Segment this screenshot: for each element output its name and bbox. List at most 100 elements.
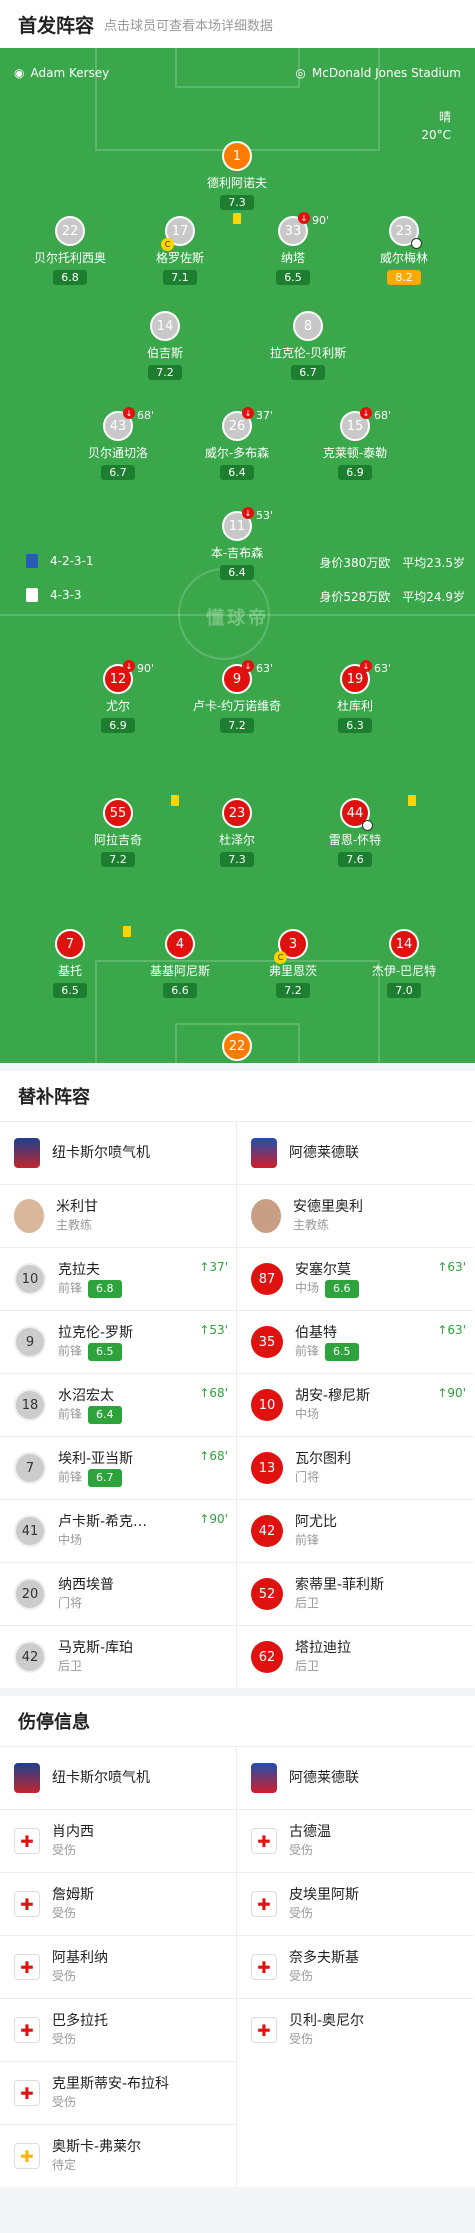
- injured-player-name: 古德温: [289, 1824, 331, 1840]
- player-home[interactable]: 14 伯吉斯 7.2: [110, 311, 220, 380]
- sub-player-row[interactable]: 20 纳西埃普 门将: [0, 1562, 236, 1625]
- sub-number: 41: [14, 1515, 46, 1547]
- injuries-columns: 纽卡斯尔喷气机 ✚ 肖内西 受伤 ✚ 詹姆斯 受伤 ✚ 阿基利纳 受伤 ✚ 巴多拉托 受伤 ✚ 克里斯蒂安…: [0, 1746, 475, 2187]
- sub-player-row[interactable]: 35 伯基特 前锋 6.5 ↑63': [237, 1310, 474, 1373]
- subs-away-team[interactable]: 阿德莱德联: [237, 1121, 474, 1184]
- sub-player-row[interactable]: 9 拉克伦-罗斯 前锋 6.5 ↑53': [0, 1310, 236, 1373]
- sub-name: 索蒂里-菲利斯: [295, 1577, 385, 1593]
- sub-position: 前锋: [295, 1533, 320, 1547]
- player-name: 拉克伦-贝利斯: [269, 346, 347, 360]
- injury-row[interactable]: ✚ 古德温 受伤: [237, 1809, 474, 1872]
- injured-player-name: 阿基利纳: [52, 1950, 108, 1966]
- sub-number: 13: [251, 1452, 283, 1484]
- player-home[interactable]: 23 威尔梅林 8.2: [349, 216, 459, 285]
- player-away[interactable]: 12 ↓ 90' 尤尔 6.9: [63, 660, 173, 733]
- injury-row[interactable]: ✚ 奈多夫斯基 受伤: [237, 1935, 474, 1998]
- player-away[interactable]: 19 ↓ 63' 杜库利 6.3: [300, 660, 410, 733]
- player-away[interactable]: 23 杜泽尔 7.3: [182, 798, 292, 867]
- player-away[interactable]: 9 ↓ 63' 卢卡-约万诺维奇 7.2: [182, 660, 292, 733]
- sub-position: 前锋: [295, 1343, 320, 1358]
- subs-home-team[interactable]: 纽卡斯尔喷气机: [0, 1121, 236, 1184]
- sub-in-icon: ↑: [437, 1323, 448, 1337]
- injury-row[interactable]: ✚ 詹姆斯 受伤: [0, 1872, 236, 1935]
- medical-kit-icon: ✚: [14, 1828, 40, 1854]
- sub-out-icon: ↓: [298, 212, 310, 224]
- coach-avatar: [251, 1199, 281, 1233]
- player-away[interactable]: 4 基基阿尼斯 6.6: [125, 929, 235, 998]
- sub-player-row[interactable]: 13 瓦尔图利 门将: [237, 1436, 474, 1499]
- sub-in-icon: ↑: [199, 1512, 210, 1526]
- injured-player-name: 肖内西: [52, 1824, 94, 1840]
- sub-player-row[interactable]: 10 胡安-穆尼斯 中场 ↑90': [237, 1373, 474, 1436]
- sub-minute: 63': [374, 662, 392, 675]
- player-name: 本-吉布森: [210, 546, 264, 560]
- player-away[interactable]: 22斯米茨7.5: [182, 1031, 292, 1063]
- player-away[interactable]: 3 C 弗里恩茨 7.2: [238, 929, 348, 998]
- sub-player-row[interactable]: 52 索蒂里-菲利斯 后卫: [237, 1562, 474, 1625]
- sub-name: 纳西埃普: [58, 1577, 114, 1593]
- injury-row[interactable]: ✚ 克里斯蒂安-布拉科 受伤: [0, 2061, 236, 2124]
- player-home[interactable]: 11 ↓ 53' 本-吉布森 6.4: [182, 507, 292, 580]
- injured-player-name: 奥斯卡-弗莱尔: [52, 2139, 142, 2155]
- injury-row[interactable]: ✚ 阿基利纳 受伤: [0, 1935, 236, 1998]
- injury-row[interactable]: ✚ 贝利-奥尼尔 受伤: [237, 1998, 474, 2061]
- sub-player-row[interactable]: 10 克拉夫 前锋 6.8 ↑37': [0, 1247, 236, 1310]
- away-team-name: 阿德莱德联: [289, 1770, 359, 1786]
- player-home[interactable]: 33 ↓ 90' 纳塔 6.5: [238, 212, 348, 285]
- sub-minute: 68': [137, 409, 155, 422]
- lineup-subtitle: 点击球员可查看本场详细数据: [104, 18, 274, 34]
- player-number: 55: [103, 798, 133, 828]
- medical-kit-icon: ✚: [251, 2017, 277, 2043]
- goal-ball-icon: [362, 820, 373, 831]
- player-rating: 6.7: [101, 465, 135, 480]
- weather-info: 晴 20°C: [421, 108, 451, 142]
- home-coach-row[interactable]: 米利甘 主教练: [0, 1184, 236, 1247]
- player-home[interactable]: 26 ↓ 37' 威尔-多布森 6.4: [182, 407, 292, 480]
- injury-row[interactable]: ✚ 肖内西 受伤: [0, 1809, 236, 1872]
- sub-in-icon: ↑: [437, 1260, 448, 1274]
- injury-row[interactable]: ✚ 奥斯卡-弗莱尔 待定: [0, 2124, 236, 2187]
- sub-position: 前锋: [58, 1406, 83, 1421]
- sub-position: 前锋: [58, 1469, 83, 1484]
- sub-position: 中场: [295, 1280, 320, 1295]
- sub-player-row[interactable]: 7 埃利-亚当斯 前锋 6.7 ↑68': [0, 1436, 236, 1499]
- sub-in-minute: ↑53': [199, 1323, 228, 1337]
- injury-row[interactable]: ✚ 皮埃里阿斯 受伤: [237, 1872, 474, 1935]
- sub-player-row[interactable]: 41 卢卡斯-希克… 中场 ↑90': [0, 1499, 236, 1562]
- injured-player-name: 奈多夫斯基: [289, 1950, 359, 1966]
- player-away[interactable]: 14 杰伊-巴尼特 7.0: [349, 929, 459, 998]
- whistle-icon: ◉: [14, 66, 25, 80]
- player-name: 杰伊-巴尼特: [371, 964, 437, 978]
- away-coach-row[interactable]: 安德里奥利 主教练: [237, 1184, 474, 1247]
- injuries-home-team[interactable]: 纽卡斯尔喷气机: [0, 1746, 236, 1809]
- sub-in-minute: ↑68': [199, 1386, 228, 1400]
- sub-position: 后卫: [295, 1659, 320, 1673]
- sub-player-row[interactable]: 87 安塞尔莫 中场 6.6 ↑63': [237, 1247, 474, 1310]
- sub-player-row[interactable]: 42 阿尤比 前锋: [237, 1499, 474, 1562]
- sub-number: 10: [14, 1263, 46, 1295]
- player-away[interactable]: 44 雷恩-怀特 7.6: [300, 795, 416, 867]
- player-name: 格罗佐斯: [155, 251, 204, 265]
- stadium-icon: ◎: [295, 66, 306, 80]
- player-home[interactable]: 8 拉克伦-贝利斯 6.7: [253, 311, 363, 380]
- player-rating: 6.4: [220, 565, 254, 580]
- player-home[interactable]: 17 C 格罗佐斯 7.1: [125, 213, 241, 285]
- player-rating: 6.4: [220, 465, 254, 480]
- injuries-away-team[interactable]: 阿德莱德联: [237, 1746, 474, 1809]
- player-away[interactable]: 7 基托 6.5: [15, 926, 131, 998]
- sub-player-row[interactable]: 62 塔拉迪拉 后卫: [237, 1625, 474, 1688]
- player-rating: 6.9: [101, 718, 135, 733]
- home-team-logo-icon: [26, 554, 38, 568]
- injury-row[interactable]: ✚ 巴多拉托 受伤: [0, 1998, 236, 2061]
- sub-player-row[interactable]: 42 马克斯-库珀 后卫: [0, 1625, 236, 1688]
- player-away[interactable]: 55 阿拉吉奇 7.2: [63, 795, 179, 867]
- player-home[interactable]: 15 ↓ 68' 克莱顿-泰勒 6.9: [300, 407, 410, 480]
- sub-player-row[interactable]: 18 水沼宏太 前锋 6.4 ↑68': [0, 1373, 236, 1436]
- subs-away-column: 阿德莱德联 安德里奥利 主教练 87 安塞尔莫 中场 6.6 ↑63' 35 伯基特 前锋 6.…: [237, 1121, 474, 1688]
- player-home[interactable]: 22 贝尔托利西奥 6.8: [15, 216, 125, 285]
- player-home[interactable]: 43 ↓ 68' 贝尔通切洛 6.7: [63, 407, 173, 480]
- away-formation: 4-3-3: [50, 588, 82, 602]
- sub-number: 35: [251, 1326, 283, 1358]
- player-home[interactable]: 1 德利阿诺夫 7.3: [182, 141, 292, 210]
- medical-kit-icon: ✚: [14, 2080, 40, 2106]
